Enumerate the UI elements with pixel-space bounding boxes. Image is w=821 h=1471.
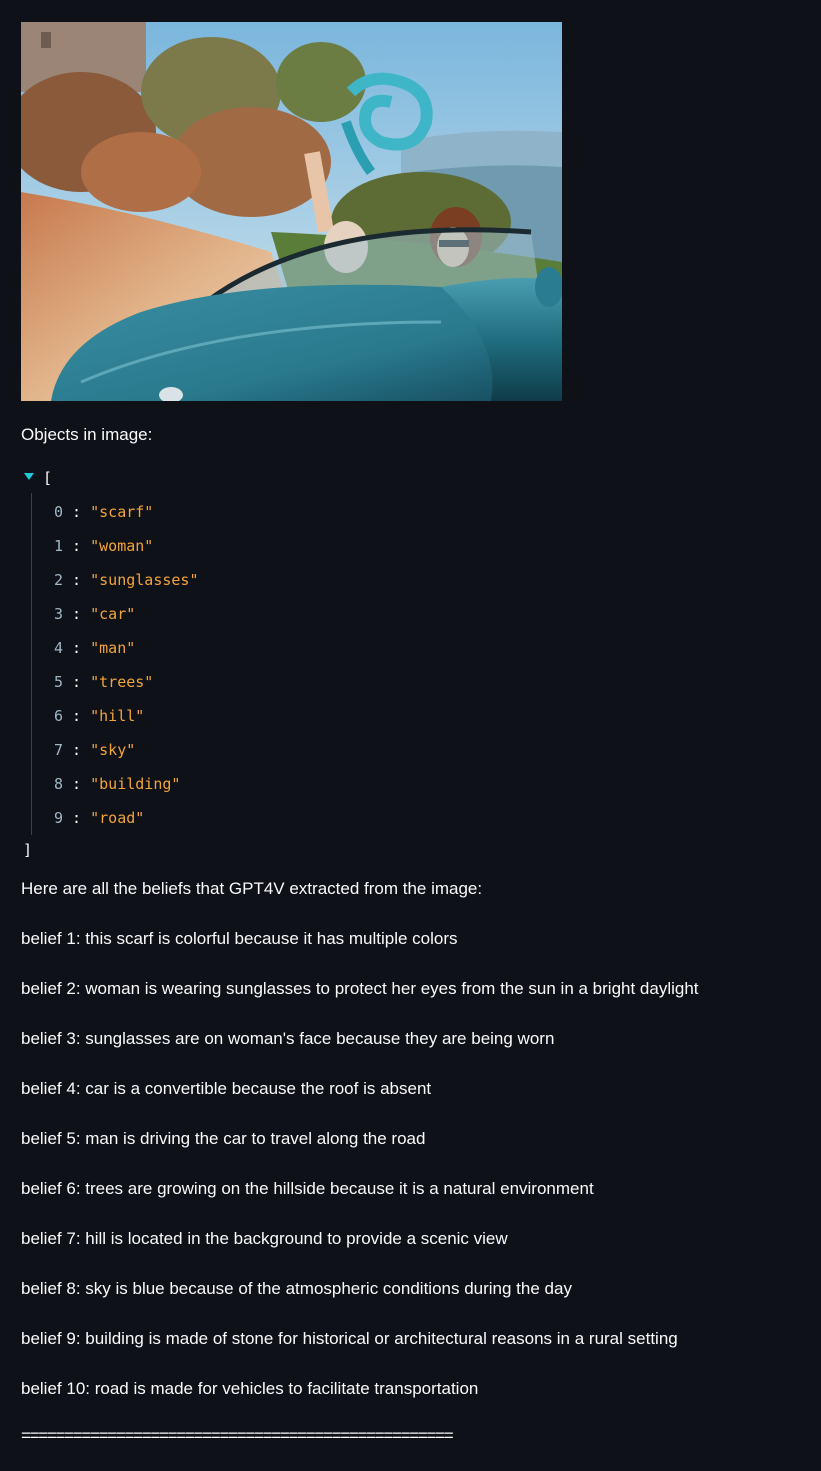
belief-item: belief 4: car is a convertible because t… [21,1079,432,1098]
json-colon: : [63,775,91,793]
json-item-index: 7 [54,741,64,759]
json-colon: : [63,809,91,827]
uploaded-image [21,22,562,401]
collapse-toggle-icon[interactable] [24,473,34,480]
separator-line: ========================================… [21,1426,454,1445]
json-colon: : [63,605,91,623]
json-item-value: "woman" [90,537,154,555]
belief-item: belief 7: hill is located in the backgro… [21,1229,508,1248]
belief-item: belief 1: this scarf is colorful because… [21,929,458,948]
json-item: 8 : "building" [54,767,801,801]
beliefs-intro: Here are all the beliefs that GPT4V extr… [21,879,483,898]
json-item-value: "building" [90,775,181,793]
json-item: 2 : "sunglasses" [54,563,801,597]
json-colon: : [63,571,91,589]
belief-item: belief 10: road is made for vehicles to … [21,1379,479,1398]
json-item-index: 4 [54,639,64,657]
json-item: 9 : "road" [54,801,801,835]
json-item-index: 6 [54,707,64,725]
json-items: 0 : "scarf" 1 : "woman" 2 : "sunglasses"… [31,493,801,835]
json-item: 7 : "sky" [54,733,801,767]
json-item: 4 : "man" [54,631,801,665]
json-item: 5 : "trees" [54,665,801,699]
belief-item: belief 3: sunglasses are on woman's face… [21,1029,555,1048]
json-close-bracket: ] [23,841,33,859]
belief-item: belief 9: building is made of stone for … [21,1329,678,1348]
json-item-index: 5 [54,673,64,691]
json-colon: : [63,503,91,521]
json-open-row: [ [21,463,801,493]
belief-item: belief 5: man is driving the car to trav… [21,1129,426,1148]
json-colon: : [63,673,91,691]
json-item-index: 9 [54,809,64,827]
json-item-value: "road" [90,809,145,827]
json-item-value: "hill" [90,707,145,725]
json-item-value: "man" [90,639,136,657]
json-item-index: 3 [54,605,64,623]
json-colon: : [63,639,91,657]
json-item: 0 : "scarf" [54,495,801,529]
json-colon: : [63,707,91,725]
belief-item: belief 8: sky is blue because of the atm… [21,1279,572,1298]
belief-item: belief 6: trees are growing on the hills… [21,1179,594,1198]
json-item: 3 : "car" [54,597,801,631]
json-item-index: 1 [54,537,64,555]
json-item-value: "trees" [90,673,154,691]
json-colon: : [63,537,91,555]
json-item: 1 : "woman" [54,529,801,563]
json-item-value: "scarf" [90,503,154,521]
json-item: 6 : "hill" [54,699,801,733]
json-item-index: 2 [54,571,64,589]
json-item-value: "sky" [90,741,136,759]
objects-json-viewer: [ 0 : "scarf" 1 : "woman" 2 : "sunglasse… [21,463,801,865]
json-item-index: 8 [54,775,64,793]
json-item-value: "sunglasses" [90,571,199,589]
json-item-index: 0 [54,503,64,521]
belief-item: belief 2: woman is wearing sunglasses to… [21,979,699,998]
objects-label: Objects in image: [21,425,153,444]
json-item-value: "car" [90,605,136,623]
main-content: Objects in image: [ 0 : "scarf" 1 : "wom… [21,22,801,1446]
json-colon: : [63,741,91,759]
json-open-bracket: [ [43,469,53,487]
